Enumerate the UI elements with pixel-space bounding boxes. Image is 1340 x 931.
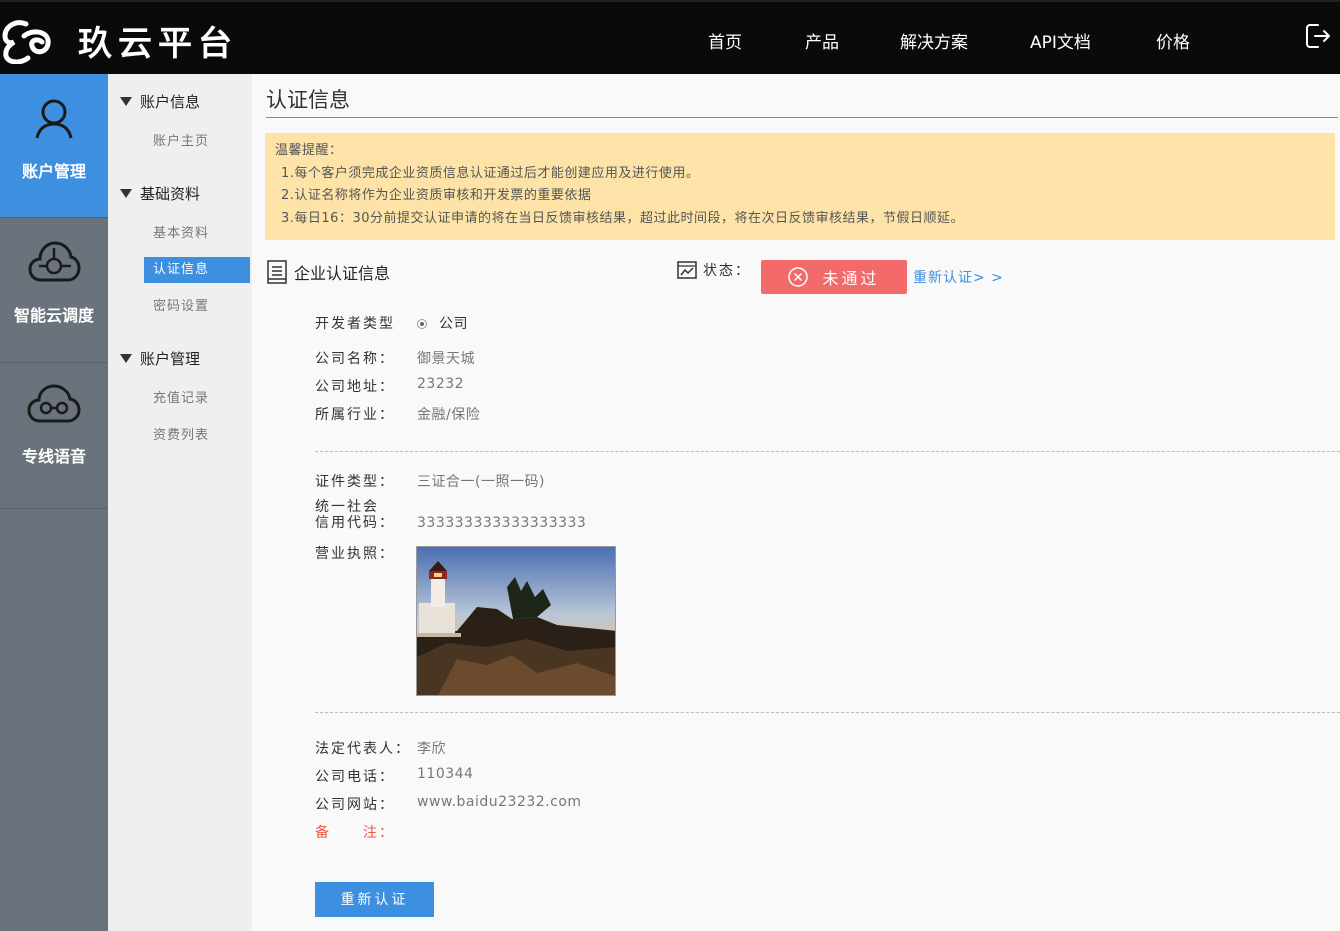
rail-item-voice-line[interactable]: 专线语音 [0,363,108,509]
nav-pricing[interactable]: 价格 [1156,28,1190,53]
field-legal-rep: 法定代表人： 李欣 [315,738,446,758]
chart-window-icon [677,261,697,279]
field-label-line: 统一社会 [315,499,379,515]
rail-item-cloud-dispatch[interactable]: 智能云调度 [0,218,108,363]
close-circle-icon [788,267,809,287]
business-license-image[interactable] [416,546,616,696]
field-label: 证件类型： [315,474,395,490]
cloud-voice-icon [27,384,81,423]
field-value: 李欣 [417,741,446,757]
rail-label-account: 账户管理 [21,162,86,181]
nav-solutions[interactable]: 解决方案 [900,28,968,53]
recertify-button[interactable]: 重新认证 [315,882,434,917]
field-value: www.baidu23232.com [417,794,582,810]
logo-text: 玖云平台 [78,24,238,64]
section-divider [315,451,1340,452]
logo-mark-icon [2,19,51,64]
subnav-item-certification[interactable]: 认证信息 [144,257,250,283]
field-label: 统一社会 信用代码： [315,499,417,531]
field-phone: 公司电话： 110344 [315,766,473,786]
field-value: 333333333333333333 [417,515,587,531]
field-cert-type: 证件类型： 三证合一(一照一码) [315,471,545,491]
field-industry: 所属行业： 金融/保险 [315,404,480,424]
left-rail: 账户管理 智能云调度 专线语音 [0,74,108,931]
subnav-item-recharge[interactable]: 充值记录 [144,386,250,412]
field-label: 公司电话： [315,769,395,785]
cloud-network-icon [28,241,81,282]
subnav-group-label: 账户信息 [140,93,201,111]
nav-home[interactable]: 首页 [708,28,742,53]
field-company-address: 公司地址： 23232 [315,376,464,396]
field-label: 所属行业： [315,407,395,423]
lighthouse-photo [417,547,615,695]
rail-item-account[interactable]: 账户管理 [0,74,108,218]
field-remark: 备 注： [315,822,417,842]
caret-down-icon [120,354,132,363]
field-value: 三证合一(一照一码) [417,474,545,490]
rail-label-cloud-dispatch: 智能云调度 [13,306,94,325]
title-divider [266,117,1338,118]
sub-nav: 账户信息 账户主页 基础资料 基本资料 认证信息 密码设置 账户管理 充值记录 … [108,74,252,931]
status-value: 未通过 [822,269,880,288]
radio-selected-icon[interactable] [417,319,427,329]
logo[interactable]: 玖云平台 [2,16,238,65]
field-value: 23232 [417,376,465,392]
subnav-item-password[interactable]: 密码设置 [144,294,250,320]
field-credit-code: 统一社会 信用代码： 333333333333333333 [315,499,586,531]
main-content: 认证信息 温馨提醒： 1.每个客户须完成企业资质信息认证通过后才能创建应用及进行… [252,74,1340,931]
subnav-item-account-home[interactable]: 账户主页 [144,129,250,155]
subnav-group-label: 基础资料 [140,185,201,203]
notice-line: 2.认证名称将作为企业资质审核和开发票的重要依据 [281,188,592,203]
status-group: 状态： [677,260,751,280]
user-icon [35,99,73,139]
notice-line: 1.每个客户须完成企业资质信息认证通过后才能创建应用及进行使用。 [281,165,700,181]
field-label: 营业执照： [315,546,395,562]
nav-products[interactable]: 产品 [805,28,839,53]
notice-head: 温馨提醒： [275,143,343,158]
notice-line: 3.每日16：30分前提交认证申请的将在当日反馈审核结果，超过此时间段，将在次日… [281,210,964,226]
field-value: 公司 [417,313,468,333]
field-label: 公司网站： [315,797,395,813]
field-label: 公司地址： [315,379,395,395]
section-title: 企业认证信息 [294,264,391,283]
radio-label: 公司 [439,316,468,332]
field-value: 110344 [417,766,474,782]
field-company-name: 公司名称： 御景天城 [315,348,475,368]
status-label: 状态： [703,263,751,279]
subnav-group-account-info[interactable]: 账户信息 [120,91,200,112]
caret-down-icon [120,97,132,106]
recertify-link[interactable]: 重新认证> > [913,267,1004,287]
subnav-group-account-manage[interactable]: 账户管理 [120,348,200,369]
field-label: 开发者类型 [315,316,395,332]
top-bar: 玖云平台 首页 产品 解决方案 API文档 价格 [0,0,1340,74]
field-website: 公司网站： www.baidu23232.com [315,794,582,814]
caret-down-icon [120,189,132,198]
subnav-item-basic-profile[interactable]: 基本资料 [144,221,250,247]
subnav-group-label: 账户管理 [140,350,201,368]
rail-label-voice-line: 专线语音 [21,447,86,466]
field-label: 法定代表人： [315,741,411,757]
field-value: 御景天城 [417,351,475,367]
field-license: 营业执照： [315,543,417,563]
logout-icon[interactable] [1304,22,1332,50]
field-label: 备 注： [315,825,395,841]
section-header: 企业认证信息 [266,260,390,284]
field-dev-type: 开发者类型 公司 [315,313,468,333]
notice-box: 温馨提醒： 1.每个客户须完成企业资质信息认证通过后才能创建应用及进行使用。 2… [265,133,1335,240]
page-title: 认证信息 [266,88,350,112]
status-badge: 未通过 [761,260,907,294]
field-label: 公司名称： [315,351,395,367]
field-label-line: 信用代码： [315,515,395,531]
section-divider [315,712,1340,713]
field-value: 金融/保险 [417,407,481,423]
subnav-item-tariffs[interactable]: 资费列表 [144,423,250,449]
document-icon [267,260,287,284]
nav-api-docs[interactable]: API文档 [1030,28,1091,53]
subnav-group-basic-data[interactable]: 基础资料 [120,183,200,204]
